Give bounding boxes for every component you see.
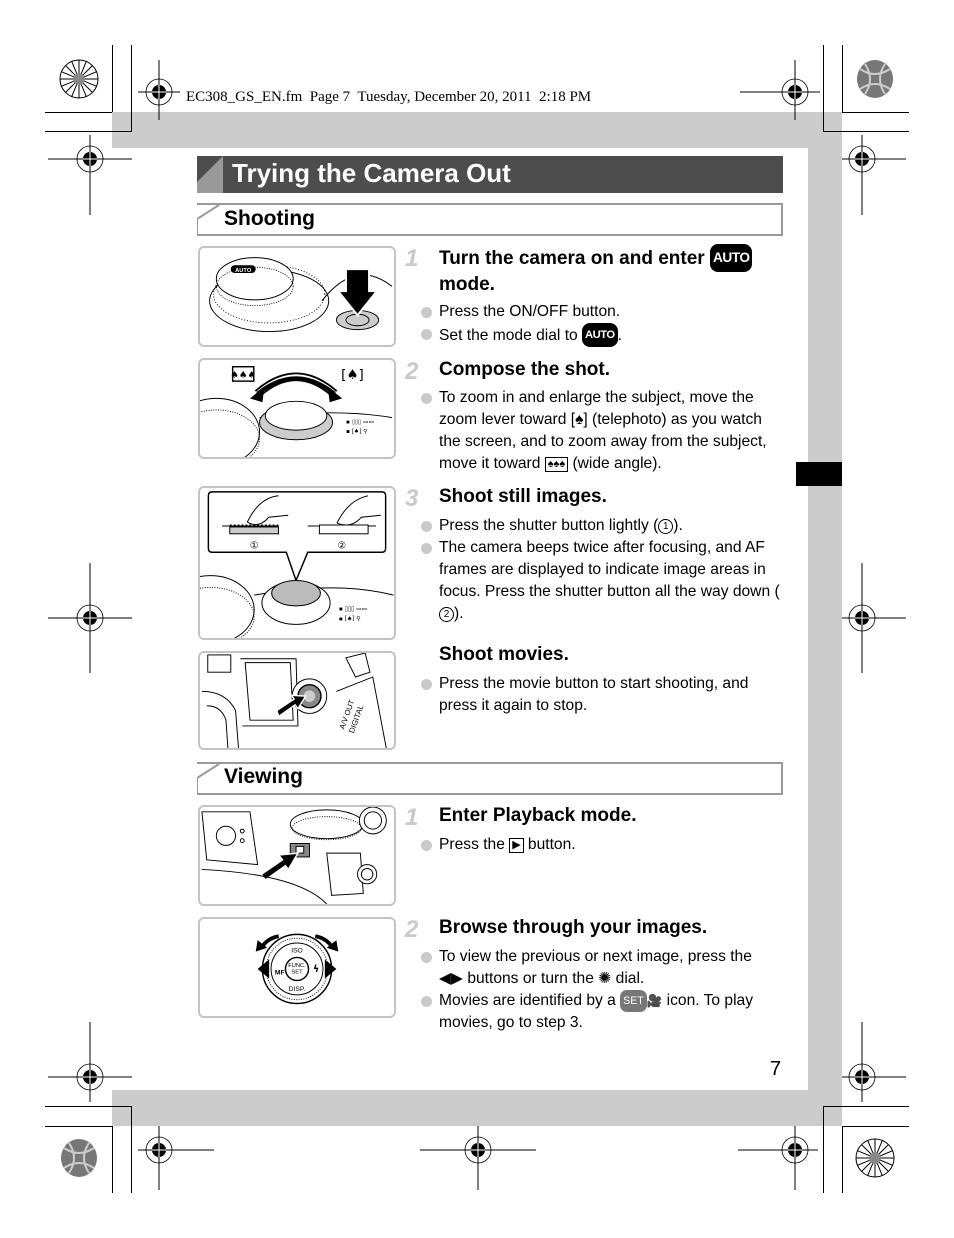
control-dial-icon: ✺ [598,970,612,987]
registration-mark-icon [420,1126,536,1190]
movie-icon: 🎥 [646,994,663,1008]
bullet-item: Press the ▶ button. [420,834,780,856]
auto-mode-icon: AUTO [582,323,618,347]
svg-text:FUNC.: FUNC. [288,963,306,969]
svg-text:▪ ▯▯▯ ▭▭: ▪ ▯▯▯ ▭▭ [346,419,374,425]
registration-mark-icon [138,1126,214,1190]
registration-mark-icon [842,563,906,673]
wide-angle-icon: ♠♠♠ [544,457,569,473]
section-title: Viewing [224,765,303,788]
step-title: Turn the camera on and enter AUTO mode. [439,244,789,298]
color-target-icon [857,60,893,98]
playback-icon: ▶ [509,838,524,854]
telephoto-icon: [♠] [570,411,588,428]
registration-mark-icon [842,1022,906,1102]
step-title: Shoot still images. [439,486,607,507]
step-number: 1 [405,245,419,272]
registration-mark-icon [138,60,180,120]
step-number: 2 [405,358,419,385]
svg-text:▪ [♠] ⚲: ▪ [♠] ⚲ [339,615,361,622]
set-icon: SET [620,990,647,1012]
title-corner-icon [197,156,223,182]
illustration-movie-button: A/V OUT DIGITAL [198,651,396,750]
bullet-item: Press the movie button to start shooting… [420,673,780,717]
crop-mark [131,45,132,132]
svg-text:DISP.: DISP. [289,986,306,993]
page-number: 7 [770,1058,782,1080]
registration-mark-icon [738,1126,818,1190]
registration-mark-icon [48,1022,132,1102]
page-frame-top [112,112,842,148]
page-title: Trying the Camera Out [232,158,511,188]
bullet-item: Movies are identified by a SET 🎥 icon. To… [420,990,780,1034]
illustration-control-dial: FUNC. SET ISO DISP. MF ϟ [198,917,396,1018]
crop-mark [842,1126,843,1193]
svg-text:▪ [♠] ⚲: ▪ [♠] ⚲ [346,428,367,435]
svg-text:♠♠♠: ♠♠♠ [230,370,256,381]
svg-text:①: ① [250,540,259,551]
crop-mark [131,1106,132,1193]
print-slug: EC308_GS_EN.fm Page 7 Tuesday, December … [186,89,592,105]
step-number: 2 [405,916,419,943]
bullet-item: To view the previous or next image, pres… [420,946,780,990]
crop-mark [112,1126,113,1193]
svg-text:▪ ▯▯▯ ▭▭: ▪ ▯▯▯ ▭▭ [339,607,367,613]
crop-mark [45,1106,132,1107]
bullet-item: Set the mode dial to AUTO. [420,323,780,347]
crop-mark [842,45,843,112]
step-number: 3 [405,485,419,512]
crop-mark [842,1126,909,1127]
page-frame-right [808,112,842,1126]
left-right-buttons-icon: ◀▶ [439,970,463,987]
crop-mark [842,112,909,113]
svg-text:[♠]: [♠] [341,368,364,383]
svg-text:AUTO: AUTO [235,268,252,274]
color-target-icon [59,59,99,99]
color-target-icon [61,1139,97,1177]
crop-mark [823,1106,909,1107]
illustration-power-button: AUTO [198,246,396,347]
illustration-zoom-lever: ♠♠♠ [♠] ▪ ▯▯▯ ▭▭ ▪ [♠] ⚲ [198,358,396,459]
crop-mark [112,45,113,112]
auto-mode-icon: AUTO [709,244,753,272]
registration-mark-icon [842,135,906,215]
chapter-thumb-tab [796,462,842,486]
svg-text:ISO: ISO [291,948,303,955]
registration-mark-icon [48,563,132,673]
circled-number-icon: 1 [658,519,674,534]
crop-mark [823,1106,824,1193]
registration-mark-icon [48,135,132,215]
step-title: Enter Playback mode. [439,805,637,826]
step-number: 1 [405,804,419,831]
step-title: Shoot movies. [439,644,569,665]
crop-mark [45,131,132,132]
step-title: Browse through your images. [439,917,708,938]
svg-text:SET: SET [291,970,303,976]
svg-text:②: ② [337,540,346,551]
step-title: Compose the shot. [439,359,611,380]
illustration-playback-button [198,805,396,906]
svg-text:ϟ: ϟ [313,964,319,975]
color-target-icon [855,1138,895,1178]
bullet-item: Press the ON/OFF button. [420,301,780,323]
crop-mark [45,1126,112,1127]
bullet-item: Press the shutter button lightly (1). [420,515,780,537]
section-title: Shooting [224,207,315,230]
illustration-shutter-button: ① ② ▪ ▯▯▯ ▭▭ ▪ [♠] ⚲ [198,486,396,640]
bullet-item: To zoom in and enlarge the subject, move… [420,387,780,475]
crop-mark [823,131,909,132]
svg-text:MF: MF [275,970,285,977]
registration-mark-icon [740,60,820,120]
circled-number-icon: 2 [439,607,454,622]
bullet-item: The camera beeps twice after focusing, a… [420,537,780,625]
page-frame-bottom [112,1090,842,1126]
crop-mark [45,112,112,113]
